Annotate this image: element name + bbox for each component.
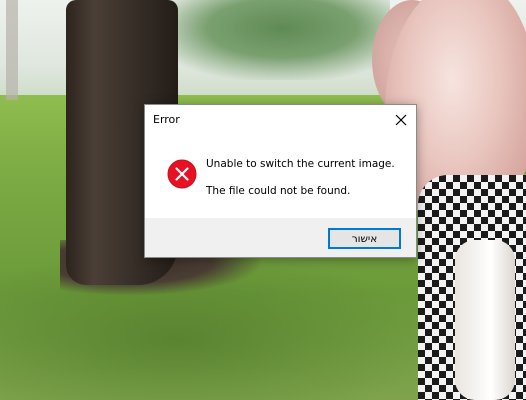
close-button[interactable] — [386, 105, 416, 135]
ok-button[interactable]: אישור — [328, 228, 401, 249]
desktop-background: Error Unable to switch the current image… — [0, 0, 526, 400]
dialog-titlebar[interactable]: Error — [145, 105, 416, 135]
background-thin-trunk — [6, 0, 18, 100]
error-icon — [167, 159, 197, 189]
background-arm — [455, 240, 515, 400]
dialog-title: Error — [153, 113, 180, 126]
close-icon — [395, 114, 407, 126]
background-foliage — [150, 0, 390, 80]
error-dialog: Error Unable to switch the current image… — [144, 104, 417, 258]
error-message-secondary: The file could not be found. — [206, 185, 351, 197]
dialog-footer: אישור — [145, 218, 416, 257]
error-message-primary: Unable to switch the current image. — [206, 158, 395, 170]
